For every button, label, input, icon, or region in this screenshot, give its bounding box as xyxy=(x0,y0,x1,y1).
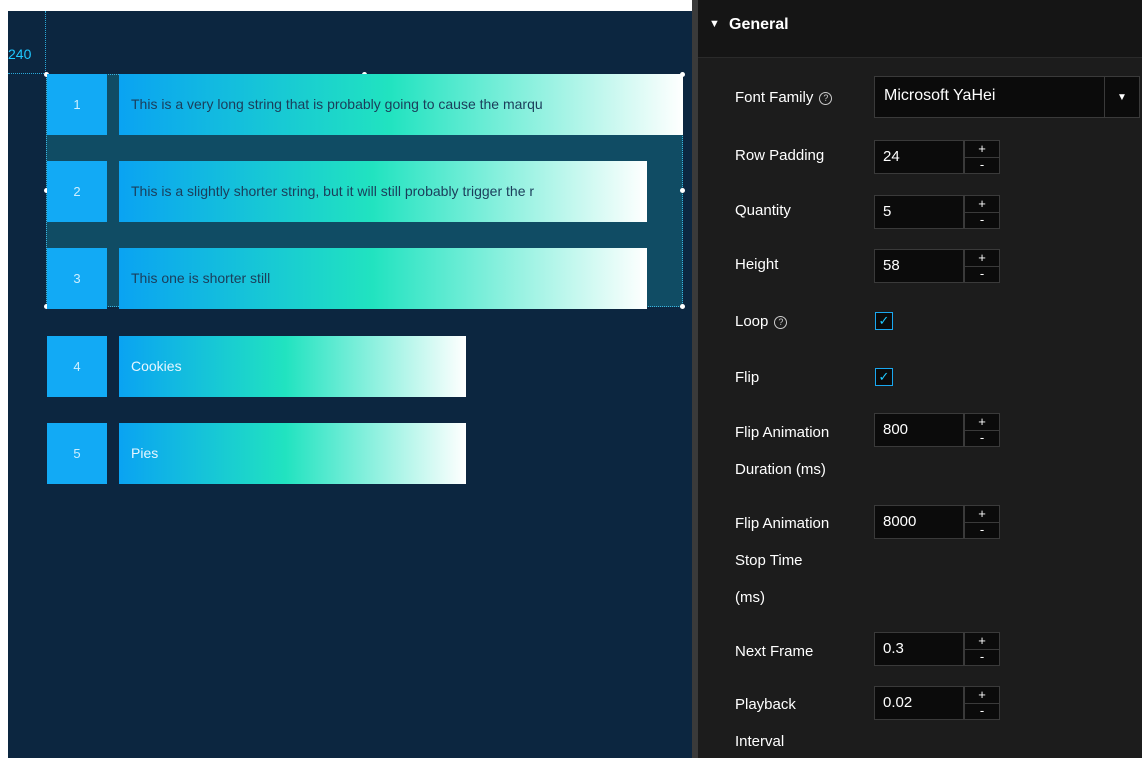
increment-button[interactable]: + xyxy=(965,250,999,267)
row-index: 3 xyxy=(47,248,107,309)
increment-button[interactable]: + xyxy=(965,141,999,158)
quantity-label: Quantity xyxy=(735,202,791,219)
decrement-button[interactable]: - xyxy=(965,212,999,228)
section-title: General xyxy=(729,16,789,33)
decrement-button[interactable]: - xyxy=(965,649,999,665)
next-frame-stepper[interactable]: + - xyxy=(964,632,1000,666)
row-index: 5 xyxy=(47,423,107,484)
increment-button[interactable]: + xyxy=(965,414,999,431)
chevron-down-icon[interactable]: ▼ xyxy=(709,18,720,30)
next-frame-input[interactable]: 0.3 xyxy=(874,632,964,666)
resize-handle-right[interactable] xyxy=(680,188,685,193)
decrement-button[interactable]: - xyxy=(965,430,999,446)
row-padding-label: Row Padding xyxy=(735,147,825,164)
row-index: 1 xyxy=(47,74,107,135)
row-index: 4 xyxy=(47,336,107,397)
decrement-button[interactable]: - xyxy=(965,157,999,173)
loop-label: Loop? xyxy=(735,306,788,337)
height-label: Height xyxy=(735,256,779,273)
font-family-label: Font Family? xyxy=(735,82,833,113)
help-icon[interactable]: ? xyxy=(819,92,833,105)
decrement-button[interactable]: - xyxy=(965,266,999,282)
increment-button[interactable]: + xyxy=(965,196,999,213)
quantity-input[interactable]: 5 xyxy=(874,195,964,229)
row-index: 2 xyxy=(47,161,107,222)
flip-duration-label: Flip Animation xyxy=(735,424,830,441)
resize-handle-bottom-right[interactable] xyxy=(680,304,685,309)
row-text: Cookies xyxy=(119,336,466,397)
row-padding-stepper[interactable]: + - xyxy=(964,140,1000,174)
caret-down-icon[interactable]: ▼ xyxy=(1104,77,1139,117)
flip-duration-stepper[interactable]: + - xyxy=(964,413,1000,447)
flip-duration-label-2: Duration (ms) xyxy=(735,461,826,478)
playback-label-2: Interval xyxy=(735,733,785,750)
playback-interval-stepper[interactable]: + - xyxy=(964,686,1000,720)
loop-checkbox[interactable]: ✓ xyxy=(875,312,893,330)
height-input[interactable]: 58 xyxy=(874,249,964,283)
flip-stop-input[interactable]: 8000 xyxy=(874,505,964,539)
font-family-select[interactable]: Microsoft YaHei ▼ xyxy=(874,76,1140,118)
row-text: This is a slightly shorter string, but i… xyxy=(119,161,647,222)
flip-checkbox[interactable]: ✓ xyxy=(875,368,893,386)
decrement-button[interactable]: - xyxy=(965,522,999,538)
row-padding-input[interactable]: 24 xyxy=(874,140,964,174)
flip-stop-stepper[interactable]: + - xyxy=(964,505,1000,539)
section-header-general[interactable]: ▼ General xyxy=(698,0,1142,58)
flip-duration-input[interactable]: 800 xyxy=(874,413,964,447)
decrement-button[interactable]: - xyxy=(965,703,999,719)
top-margin xyxy=(0,0,692,11)
increment-button[interactable]: + xyxy=(965,506,999,523)
flip-stop-label-3: (ms) xyxy=(735,589,765,606)
row-text: This one is shorter still xyxy=(119,248,647,309)
row-text: Pies xyxy=(119,423,466,484)
flip-stop-label: Flip Animation xyxy=(735,515,830,532)
playback-interval-input[interactable]: 0.02 xyxy=(874,686,964,720)
playback-label: Playback xyxy=(735,696,796,713)
next-frame-label: Next Frame xyxy=(735,643,814,660)
ruler-guide-horizontal xyxy=(8,73,46,74)
increment-button[interactable]: + xyxy=(965,687,999,704)
row-text: This is a very long string that is proba… xyxy=(119,74,683,135)
font-family-value: Microsoft YaHei xyxy=(884,87,996,104)
flip-stop-label-2: Stop Time xyxy=(735,552,803,569)
ruler-value: 240 xyxy=(8,46,32,62)
increment-button[interactable]: + xyxy=(965,633,999,650)
help-icon[interactable]: ? xyxy=(774,316,788,329)
height-stepper[interactable]: + - xyxy=(964,249,1000,283)
quantity-stepper[interactable]: + - xyxy=(964,195,1000,229)
ruler-guide-vertical xyxy=(45,11,46,73)
preview-canvas[interactable]: 240 1 This is a very long string that is… xyxy=(8,11,692,758)
flip-label: Flip xyxy=(735,369,760,386)
